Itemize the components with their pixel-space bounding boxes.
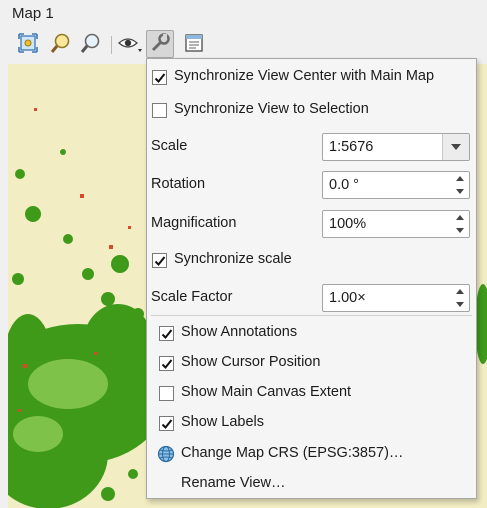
- menu-item-change-crs[interactable]: Change Map CRS (EPSG:3857)…: [147, 439, 476, 469]
- menu-divider: [151, 315, 472, 316]
- scale-combobox[interactable]: 1:5676: [322, 133, 470, 161]
- scale-dropdown-button[interactable]: [442, 134, 469, 160]
- map-settings-icon: [183, 32, 205, 57]
- zoom-full-icon: [17, 32, 39, 57]
- show-cursor-label: Show Cursor Position: [181, 354, 321, 370]
- checkmark-icon: [161, 418, 172, 429]
- menu-item-show-cursor[interactable]: Show Cursor Position: [147, 348, 476, 378]
- zoom-to-selection-icon: [49, 32, 71, 57]
- title-bar: Map 1: [0, 0, 487, 28]
- sync-center-checkbox[interactable]: [152, 70, 167, 85]
- rotation-value: 0.0 °: [329, 177, 359, 193]
- settings-button[interactable]: [146, 30, 174, 58]
- show-annotations-label: Show Annotations: [181, 324, 298, 340]
- scale-factor-value: 1.00×: [329, 290, 366, 306]
- rotation-label: Rotation: [151, 176, 206, 192]
- change-crs-label: Change Map CRS (EPSG:3857)…: [181, 445, 404, 461]
- show-extent-checkbox[interactable]: [159, 386, 174, 401]
- arrow-down-icon: [456, 302, 464, 307]
- chevron-down-icon: [451, 144, 461, 150]
- menu-item-scale-factor: Scale Factor 1.00×: [147, 283, 476, 313]
- menu-item-sync-scale[interactable]: Synchronize scale: [147, 245, 476, 275]
- sync-selection-checkbox[interactable]: [152, 103, 167, 118]
- globe-icon: [157, 445, 175, 466]
- toolbar-separator: [111, 36, 112, 54]
- sync-scale-checkbox[interactable]: [152, 253, 167, 268]
- menu-item-scale: Scale 1:5676: [147, 132, 476, 162]
- menu-item-sync-selection[interactable]: Synchronize View to Selection: [147, 95, 476, 125]
- arrow-up-icon: [456, 176, 464, 181]
- show-cursor-checkbox[interactable]: [159, 356, 174, 371]
- rotation-decrement[interactable]: [451, 185, 469, 198]
- magnification-spin-buttons: [451, 211, 469, 237]
- map-view-settings-menu: Synchronize View Center with Main Map Sy…: [146, 58, 477, 499]
- rotation-increment[interactable]: [451, 172, 469, 185]
- menu-item-rotation: Rotation 0.0 °: [147, 170, 476, 200]
- arrow-down-icon: [456, 189, 464, 194]
- wrench-icon: [149, 32, 171, 57]
- menu-item-show-labels[interactable]: Show Labels: [147, 408, 476, 438]
- rotation-spin-buttons: [451, 172, 469, 198]
- scale-factor-spinbox[interactable]: 1.00×: [322, 284, 470, 312]
- menu-item-show-annotations[interactable]: Show Annotations: [147, 318, 476, 348]
- magnification-label: Magnification: [151, 215, 237, 231]
- arrow-down-icon: [456, 228, 464, 233]
- map-settings-button[interactable]: [180, 30, 208, 58]
- sync-selection-label: Synchronize View to Selection: [174, 101, 369, 117]
- show-labels-checkbox[interactable]: [159, 416, 174, 431]
- view-theme-button[interactable]: [116, 30, 144, 58]
- arrow-up-icon: [456, 215, 464, 220]
- zoom-to-layer-icon: [79, 32, 101, 57]
- arrow-up-icon: [456, 289, 464, 294]
- rename-view-label: Rename View…: [181, 475, 286, 491]
- show-labels-label: Show Labels: [181, 414, 265, 430]
- magnification-value: 100%: [329, 216, 367, 232]
- menu-item-magnification: Magnification 100%: [147, 209, 476, 239]
- scale-factor-spin-buttons: [451, 285, 469, 311]
- scale-factor-decrement[interactable]: [451, 298, 469, 311]
- scale-factor-label: Scale Factor: [151, 289, 233, 305]
- window-title: Map 1: [12, 5, 54, 22]
- show-annotations-checkbox[interactable]: [159, 326, 174, 341]
- rotation-spinbox[interactable]: 0.0 °: [322, 171, 470, 199]
- zoom-to-selection-button[interactable]: [46, 30, 74, 58]
- sync-center-label: Synchronize View Center with Main Map: [174, 68, 435, 84]
- magnification-spinbox[interactable]: 100%: [322, 210, 470, 238]
- show-extent-label: Show Main Canvas Extent: [181, 384, 352, 400]
- menu-item-sync-center[interactable]: Synchronize View Center with Main Map: [147, 62, 476, 92]
- checkmark-icon: [161, 328, 172, 339]
- view-theme-icon: [117, 32, 143, 57]
- magnification-increment[interactable]: [451, 211, 469, 224]
- checkmark-icon: [161, 358, 172, 369]
- scale-value: 1:5676: [329, 139, 374, 155]
- menu-item-rename-view[interactable]: Rename View…: [147, 469, 476, 499]
- zoom-to-layer-button[interactable]: [76, 30, 104, 58]
- scale-factor-increment[interactable]: [451, 285, 469, 298]
- zoom-full-button[interactable]: [14, 30, 42, 58]
- menu-item-show-extent[interactable]: Show Main Canvas Extent: [147, 378, 476, 408]
- scale-label: Scale: [151, 138, 188, 154]
- magnification-decrement[interactable]: [451, 224, 469, 237]
- checkmark-icon: [154, 255, 165, 266]
- checkmark-icon: [154, 72, 165, 83]
- sync-scale-label: Synchronize scale: [174, 251, 292, 267]
